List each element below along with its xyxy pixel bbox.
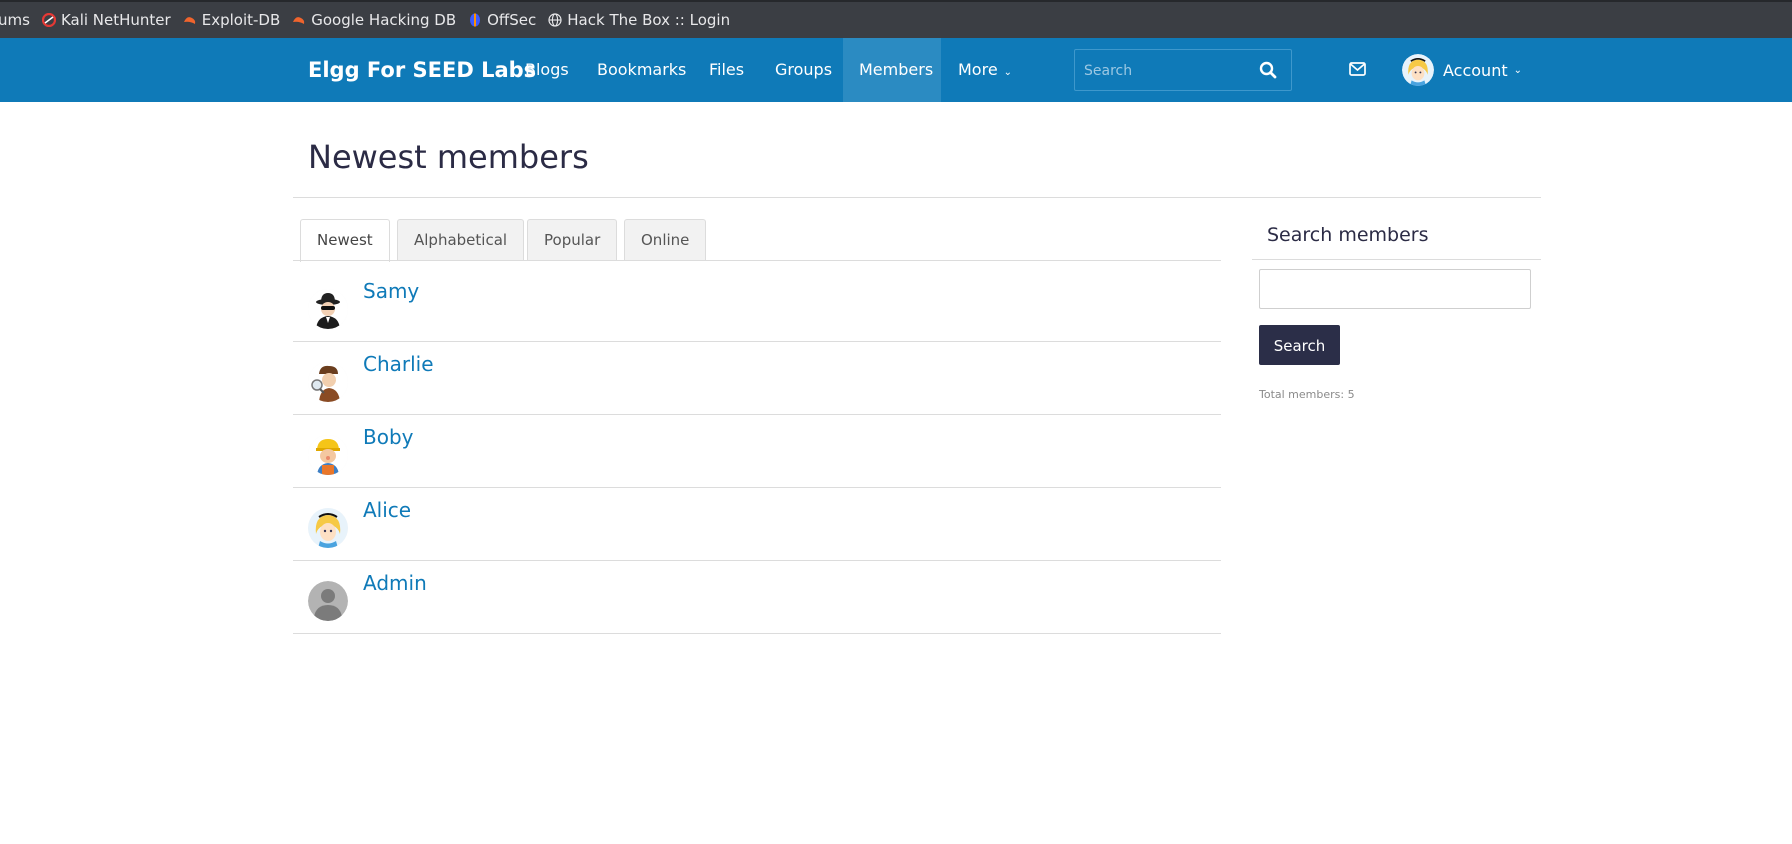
envelope-icon[interactable] [1349, 62, 1366, 76]
total-members-count: Total members: 5 [1259, 388, 1355, 401]
member-tabs: Newest Alphabetical Popular Online [293, 219, 1221, 262]
avatar[interactable] [308, 435, 348, 475]
list-item: Admin [293, 561, 1221, 634]
page-title: Newest members [308, 138, 589, 176]
divider [293, 197, 1541, 198]
member-name-link[interactable]: Charlie [363, 352, 434, 376]
topbar-search-input[interactable] [1075, 50, 1256, 92]
exploit-db-icon [183, 17, 195, 24]
bookmark-label: Hack The Box :: Login [567, 11, 731, 29]
nav-files[interactable]: Files [693, 38, 760, 102]
member-name-link[interactable]: Boby [363, 425, 414, 449]
offsec-icon [470, 13, 481, 27]
list-item: Charlie [293, 342, 1221, 415]
avatar[interactable] [308, 362, 348, 402]
bookmarks-toolbar: ums Kali NetHunter Exploit-DB Google Hac… [0, 0, 1792, 38]
list-item: Samy [293, 269, 1221, 342]
avatar[interactable] [308, 508, 348, 548]
bookmark-hack-the-box[interactable]: Hack The Box :: Login [548, 11, 730, 29]
kali-nethunter-icon [41, 13, 56, 27]
exploit-db-icon [293, 17, 305, 24]
chevron-down-icon: ⌄ [1003, 67, 1013, 78]
member-name-link[interactable]: Samy [363, 279, 419, 303]
nav-label: Blogs [525, 60, 569, 79]
nav-bookmarks[interactable]: Bookmarks [581, 38, 702, 102]
bookmark-google-hacking-db[interactable]: Google Hacking DB [292, 11, 456, 29]
tab-alphabetical[interactable]: Alphabetical [397, 219, 525, 261]
default-avatar-icon [308, 581, 348, 621]
topbar: Elgg For SEED Labs Blogs Bookmarks Files… [0, 38, 1792, 102]
nav-label: Bookmarks [597, 60, 687, 79]
globe-icon [548, 13, 562, 27]
tab-label: Popular [544, 231, 601, 249]
tab-label: Alphabetical [414, 231, 508, 249]
bookmark-label: Kali NetHunter [60, 11, 171, 29]
builder-avatar-icon [308, 435, 348, 475]
tab-popular[interactable]: Popular [527, 219, 618, 261]
account-menu[interactable]: Account ⌄ [1402, 38, 1522, 102]
tab-label: Online [641, 231, 690, 249]
member-search-input[interactable] [1259, 269, 1531, 309]
avatar [1402, 54, 1434, 86]
nav-groups[interactable]: Groups [759, 38, 848, 102]
spy-avatar-icon [308, 289, 348, 329]
tab-label: Newest [317, 231, 373, 249]
search-button[interactable]: Search [1259, 325, 1340, 365]
search-icon[interactable] [1259, 61, 1277, 79]
divider [1252, 259, 1541, 260]
bookmark-label: OffSec [487, 11, 537, 29]
detective-avatar-icon [308, 362, 348, 402]
tab-online[interactable]: Online [624, 219, 707, 261]
chevron-down-icon: ⌄ [1513, 64, 1522, 76]
nav-members[interactable]: Members [843, 38, 941, 102]
bookmark-kali-nethunter[interactable]: Kali NetHunter [41, 11, 171, 29]
list-item: Alice [293, 488, 1221, 561]
account-label: Account [1443, 60, 1508, 80]
list-item: Boby [293, 415, 1221, 488]
member-name-link[interactable]: Alice [363, 498, 411, 522]
tab-newest[interactable]: Newest [300, 219, 390, 262]
bookmark-offsec[interactable]: OffSec [468, 11, 536, 29]
divider [293, 260, 1221, 261]
nav-more[interactable]: More ⌄ [942, 38, 1028, 102]
nav-label: Groups [775, 60, 833, 79]
nav-label: More [958, 60, 998, 79]
site-brand[interactable]: Elgg For SEED Labs [308, 38, 536, 102]
avatar[interactable] [308, 581, 348, 621]
topbar-search [1074, 49, 1292, 92]
nav-blogs[interactable]: Blogs [509, 38, 585, 102]
bookmark-label: ums [0, 11, 30, 29]
nav-label: Members [859, 60, 934, 79]
member-name-link[interactable]: Admin [363, 571, 427, 595]
sidebar-title: Search members [1267, 224, 1429, 246]
nav-label: Files [709, 60, 745, 79]
avatar[interactable] [308, 289, 348, 329]
alice-avatar-icon [308, 508, 348, 548]
bookmark-label: Google Hacking DB [311, 11, 457, 29]
alice-avatar-icon [1402, 54, 1434, 86]
bookmark-forums[interactable]: ums [0, 11, 30, 29]
bookmark-exploit-db[interactable]: Exploit-DB [183, 11, 281, 29]
bookmark-label: Exploit-DB [201, 11, 281, 29]
